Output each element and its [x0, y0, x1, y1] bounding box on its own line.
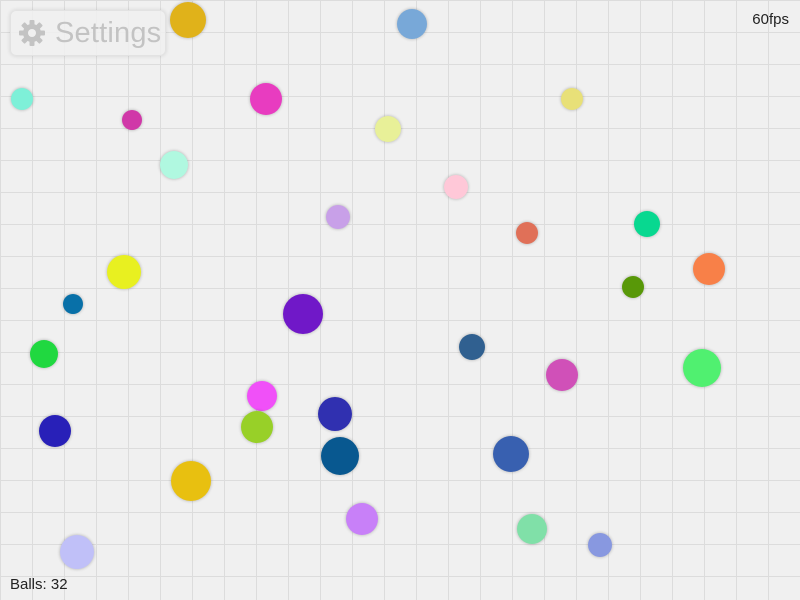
ball	[546, 359, 578, 391]
ball	[517, 514, 547, 544]
fps-counter: 60fps	[752, 11, 789, 28]
ball	[60, 535, 94, 569]
gear-icon	[19, 20, 45, 46]
ball	[122, 110, 142, 130]
ball	[375, 116, 401, 142]
ball	[622, 276, 644, 298]
canvas[interactable]: Settings 60fps Balls: 32	[0, 0, 800, 600]
ball	[318, 397, 352, 431]
ball	[326, 205, 350, 229]
ball	[247, 381, 277, 411]
ball	[397, 9, 427, 39]
ball	[107, 255, 141, 289]
ball	[346, 503, 378, 535]
ball	[160, 151, 188, 179]
ball	[250, 83, 282, 115]
ball	[63, 294, 83, 314]
settings-button[interactable]: Settings	[10, 10, 166, 56]
ball	[693, 253, 725, 285]
ball	[444, 175, 468, 199]
ball	[516, 222, 538, 244]
ball	[30, 340, 58, 368]
ball	[39, 415, 71, 447]
ball	[170, 2, 206, 38]
settings-label: Settings	[55, 16, 162, 49]
balls-count: Balls: 32	[10, 576, 68, 593]
ball	[283, 294, 323, 334]
ball	[683, 349, 721, 387]
ball	[459, 334, 485, 360]
ball	[561, 88, 583, 110]
ball	[171, 461, 211, 501]
ball	[11, 88, 33, 110]
ball	[493, 436, 529, 472]
balls-layer	[0, 0, 800, 600]
ball	[634, 211, 660, 237]
ball	[588, 533, 612, 557]
ball	[321, 437, 359, 475]
ball	[241, 411, 273, 443]
